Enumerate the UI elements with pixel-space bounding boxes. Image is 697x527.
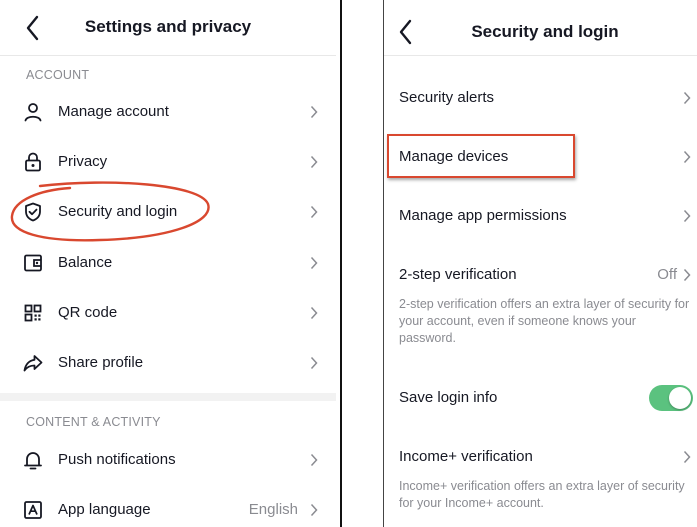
section-header-account: ACCOUNT — [26, 68, 90, 82]
chevron-right-icon — [683, 450, 691, 464]
chevron-right-icon — [310, 503, 318, 517]
menu-item-label: QR code — [58, 304, 118, 321]
language-value: English — [248, 501, 298, 518]
page-title: Settings and privacy — [84, 17, 252, 36]
menu-item-label: Security alerts — [399, 89, 495, 106]
menu-item-qr-code[interactable]: QR code — [0, 291, 336, 335]
header: Security and login — [383, 0, 697, 56]
bell-icon — [24, 452, 42, 470]
menu-item-app-language[interactable]: App language English — [0, 488, 336, 527]
panel-edge — [383, 0, 384, 527]
setting-label: Save login info — [399, 389, 498, 406]
menu-item-push-notifications[interactable]: Push notifications — [0, 438, 336, 482]
highlight-box-annotation — [387, 134, 575, 178]
chevron-right-icon — [310, 155, 318, 169]
chevron-right-icon — [310, 453, 318, 467]
menu-item-balance[interactable]: Balance — [0, 241, 336, 285]
menu-item-label: App language — [58, 501, 151, 518]
menu-item-label: Privacy — [58, 153, 108, 170]
chevron-right-icon — [310, 256, 318, 270]
save-login-toggle[interactable] — [649, 385, 693, 411]
chevron-right-icon — [683, 91, 691, 105]
language-icon — [24, 501, 42, 519]
qr-code-icon — [24, 304, 42, 322]
highlight-ellipse-annotation — [10, 181, 210, 242]
menu-item-share-profile[interactable]: Share profile — [0, 341, 336, 385]
income-verification-description: Income+ verification offers an extra lay… — [399, 479, 685, 510]
header: Settings and privacy — [0, 0, 336, 56]
person-icon — [24, 103, 42, 122]
toggle-knob — [669, 387, 691, 409]
menu-item-security-alerts[interactable]: Security alerts — [383, 76, 697, 120]
chevron-right-icon — [683, 150, 691, 164]
page-title: Security and login — [471, 22, 619, 41]
section-header-content-activity: CONTENT & ACTIVITY — [26, 415, 161, 429]
two-step-status: Off — [657, 266, 677, 283]
chevron-right-icon — [683, 209, 691, 223]
two-step-description: 2-step verification offers an extra laye… — [399, 297, 690, 345]
menu-item-label: Push notifications — [58, 451, 176, 468]
menu-item-label: Share profile — [58, 354, 144, 371]
menu-item-label: Income+ verification — [399, 448, 533, 465]
panel-separator — [340, 0, 342, 527]
menu-item-label: Manage app permissions — [399, 207, 567, 224]
menu-item-manage-app-permissions[interactable]: Manage app permissions — [383, 194, 697, 238]
chevron-right-icon — [310, 105, 318, 119]
share-icon — [23, 355, 43, 372]
menu-item-label: Manage account — [58, 103, 169, 120]
menu-item-income-verification[interactable]: Income+ verification — [383, 435, 697, 479]
lock-icon — [25, 152, 41, 172]
menu-item-label: 2-step verification — [399, 266, 517, 283]
setting-save-login-info: Save login info — [383, 376, 697, 420]
security-login-screen: Security and login Security alerts Manag… — [383, 0, 697, 527]
menu-item-label: Balance — [58, 254, 113, 271]
chevron-right-icon — [310, 205, 318, 219]
menu-item-2-step-verification[interactable]: 2-step verification Off — [383, 253, 697, 297]
chevron-right-icon — [310, 306, 318, 320]
settings-privacy-screen: Settings and privacy ACCOUNT Manage acco… — [0, 0, 336, 527]
menu-item-privacy[interactable]: Privacy — [0, 140, 336, 184]
wallet-icon — [24, 254, 42, 272]
section-divider — [0, 393, 336, 401]
menu-item-manage-account[interactable]: Manage account — [0, 90, 336, 134]
chevron-right-icon — [310, 356, 318, 370]
chevron-right-icon — [683, 268, 691, 282]
